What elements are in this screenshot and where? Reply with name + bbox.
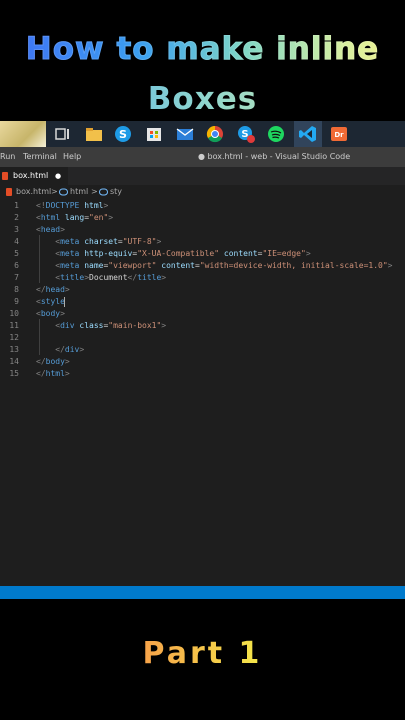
vscode-icon[interactable]	[298, 124, 318, 144]
menu-run[interactable]: Run	[0, 147, 15, 167]
chrome-icon[interactable]	[205, 124, 225, 144]
breadcrumb-style[interactable]: sty	[110, 185, 122, 199]
menu-help[interactable]: Help	[63, 147, 81, 167]
code-line[interactable]: <meta charset="UTF-8">	[36, 236, 161, 248]
line-number: 7	[14, 273, 19, 282]
breadcrumb-html[interactable]: html	[70, 185, 88, 199]
code-line[interactable]: </head>	[36, 284, 70, 296]
code-line[interactable]: </html>	[36, 368, 70, 380]
breadcrumb-file[interactable]: box.html	[16, 185, 51, 199]
line-number: 9	[14, 297, 19, 306]
code-line[interactable]: <!DOCTYPE html>	[36, 200, 108, 212]
line-number: 5	[14, 249, 19, 258]
line-number: 13	[9, 345, 19, 354]
line-number: 11	[9, 321, 19, 330]
video-title-line1: How to make inline	[0, 28, 405, 70]
editor-tabs: box.html ●	[0, 167, 405, 185]
video-title-line2: Boxes	[0, 78, 405, 120]
breadcrumb-separator: >	[51, 187, 58, 196]
spotify-icon[interactable]	[266, 124, 286, 144]
code-editor[interactable]: 1 2 3 4 5 6 7 8 9 10 11 12 13 14 15 <!DOCTYPE html> <ht…	[0, 199, 405, 586]
html-file-icon	[6, 188, 12, 196]
tab-box-html[interactable]: box.html ●	[0, 167, 68, 185]
app-icon[interactable]: Dr	[329, 124, 349, 144]
window-title: ● box.html - web - Visual Studio Code	[198, 152, 351, 161]
windows-taskbar: S S Dr	[0, 121, 405, 147]
menu-terminal[interactable]: Terminal	[23, 147, 57, 167]
line-number: 6	[14, 261, 19, 270]
html-file-icon	[2, 172, 8, 180]
wallpaper-thumbnail[interactable]	[0, 121, 46, 147]
code-line[interactable]: <title>Document</title>	[36, 272, 166, 284]
svg-text:Dr: Dr	[334, 131, 344, 139]
code-line[interactable]: </body>	[36, 356, 70, 368]
breadcrumb: box.html > html > sty	[0, 185, 405, 199]
line-number: 12	[9, 333, 19, 342]
svg-text:S: S	[119, 128, 127, 141]
skype-icon[interactable]: S	[113, 124, 133, 144]
line-number: 3	[14, 225, 19, 234]
line-number: 2	[14, 213, 19, 222]
code-line[interactable]: <meta http-equiv="X-UA-Compatible" conte…	[36, 248, 310, 260]
tab-label: box.html	[13, 171, 49, 180]
code-line[interactable]: <meta name="viewport" content="width=dev…	[36, 260, 392, 272]
status-bar	[0, 586, 405, 599]
line-number: 15	[9, 369, 19, 378]
text-cursor	[64, 297, 65, 307]
mail-icon[interactable]	[175, 124, 195, 144]
unsaved-dot-icon[interactable]: ●	[55, 167, 61, 185]
code-line[interactable]: <body>	[36, 308, 65, 320]
file-explorer-icon[interactable]	[84, 124, 104, 144]
skype-notify-icon[interactable]: S	[236, 124, 256, 144]
menubar: Run Terminal Help ● box.html - web - Vis…	[0, 147, 405, 167]
line-number: 1	[14, 201, 19, 210]
line-number: 14	[9, 357, 19, 366]
code-line[interactable]: </div>	[36, 344, 84, 356]
code-line[interactable]: <head>	[36, 224, 65, 236]
store-icon[interactable]	[144, 124, 164, 144]
line-number: 10	[9, 309, 19, 318]
code-line[interactable]: <html lang="en">	[36, 212, 113, 224]
breadcrumb-separator: >	[91, 187, 98, 196]
code-line[interactable]: <div class="main-box1">	[36, 320, 166, 332]
line-number: 4	[14, 237, 19, 246]
element-node-icon	[99, 188, 108, 196]
task-view-icon[interactable]	[53, 124, 73, 144]
line-number: 8	[14, 285, 19, 294]
element-node-icon	[59, 188, 68, 196]
video-part-label: Part 1	[0, 636, 405, 671]
code-line[interactable]: <style	[36, 296, 65, 308]
